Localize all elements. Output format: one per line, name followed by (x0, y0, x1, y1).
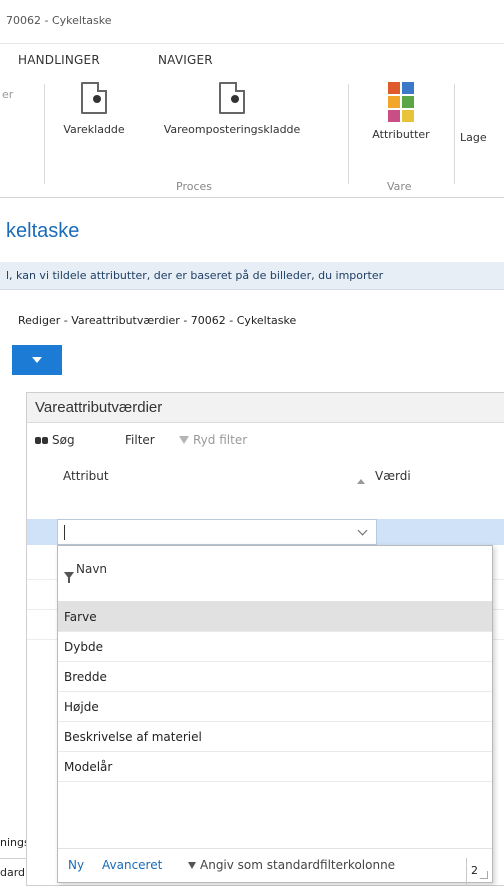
dropdown-item-modelar[interactable]: Modelår (58, 752, 492, 782)
dropdown-item-dybde[interactable]: Dybde (58, 632, 492, 662)
sort-ascending-icon (357, 479, 365, 484)
window-titlebar: 70062 - Cykeltaske (0, 0, 504, 44)
clear-filter-icon (179, 436, 189, 444)
search-label: Søg (52, 433, 75, 447)
group-label-proces: Proces (176, 180, 212, 193)
vareomposteringskladde-button[interactable]: Vareomposteringskladde (132, 82, 332, 136)
dropdown-column-name[interactable]: Navn (76, 562, 107, 576)
filter-icon[interactable] (64, 572, 74, 583)
dropdown-item-farve[interactable]: Farve (58, 602, 492, 632)
group-label-vare: Vare (387, 180, 412, 193)
varekladde-label: Varekladde (63, 123, 125, 136)
filter-icon (188, 862, 196, 869)
table-row-selected[interactable] (27, 519, 504, 545)
attributes-icon (388, 82, 414, 122)
attributter-label: Attributter (372, 128, 430, 141)
advanced-link[interactable]: Avanceret (102, 858, 162, 872)
menu-naviger[interactable]: NAVIGER (158, 53, 213, 67)
attribute-dropdown: Navn Farve Dybde Bredde Højde Beskrivels… (57, 545, 493, 883)
varekladde-button[interactable]: Varekladde (62, 82, 126, 136)
dialog-menu-button[interactable] (12, 345, 62, 375)
panel-heading: Vareattributværdier (35, 399, 163, 416)
text-caret (64, 525, 65, 540)
set-default-label: Angiv som standardfilterkolonne (200, 858, 396, 872)
dropdown-item-bredde[interactable]: Bredde (58, 662, 492, 692)
attributter-button[interactable]: Attributter (356, 82, 446, 141)
lage-label: Lage (460, 131, 487, 144)
page-title: keltaske (6, 220, 80, 242)
clear-filter-button[interactable]: Ryd filter (179, 433, 247, 447)
attribute-values-panel: Vareattributværdier Søg Filter Ryd filte… (26, 392, 504, 886)
dropdown-header: Navn (58, 546, 492, 602)
ribbon-separator (348, 84, 349, 184)
dialog-title: Rediger - Vareattributværdier - 70062 - … (18, 314, 297, 327)
search-button[interactable]: Søg (35, 433, 75, 447)
attribute-combobox[interactable] (57, 519, 377, 545)
menu-handlinger[interactable]: HANDLINGER (18, 53, 100, 67)
menu-bar: HANDLINGER NAVIGER (0, 44, 504, 74)
ribbon-separator (454, 84, 455, 184)
ribbon-separator (44, 84, 45, 184)
binoculars-icon (35, 435, 49, 445)
info-bar-text: l, kan vi tildele attributter, der er ba… (6, 269, 384, 282)
panel-header: Vareattributværdier (27, 393, 504, 423)
chevron-down-icon[interactable] (357, 525, 368, 536)
clear-filter-label: Ryd filter (193, 433, 248, 447)
filter-button[interactable]: Filter (125, 433, 155, 447)
ribbon: er Varekladde Vareomposteringskladde Pro… (0, 74, 504, 198)
panel-toolbar: Søg Filter Ryd filter (27, 429, 504, 453)
info-bar: l, kan vi tildele attributter, der er ba… (0, 262, 504, 290)
dropdown-item-hojde[interactable]: Højde (58, 692, 492, 722)
chevron-down-icon (32, 357, 42, 363)
document-icon (81, 82, 107, 114)
set-default-filter-button[interactable]: Angiv som standardfilterkolonne (188, 858, 395, 872)
dropdown-item-beskrivelse[interactable]: Beskrivelse af materiel (58, 722, 492, 752)
vareomposteringskladde-label: Vareomposteringskladde (163, 123, 301, 136)
lage-button[interactable]: Lage (460, 82, 504, 144)
background-field: 2 (466, 858, 504, 886)
document-icon (219, 82, 245, 114)
column-header-attribut[interactable]: Attribut (63, 469, 109, 483)
column-header-vaerdi[interactable]: Værdi (375, 469, 411, 483)
ribbon-cut-label: er (2, 88, 14, 101)
new-link[interactable]: Ny (68, 858, 84, 872)
dropdown-footer: Ny Avanceret Angiv som standardfilterkol… (58, 848, 492, 882)
window-title: 70062 - Cykeltaske (6, 14, 112, 27)
